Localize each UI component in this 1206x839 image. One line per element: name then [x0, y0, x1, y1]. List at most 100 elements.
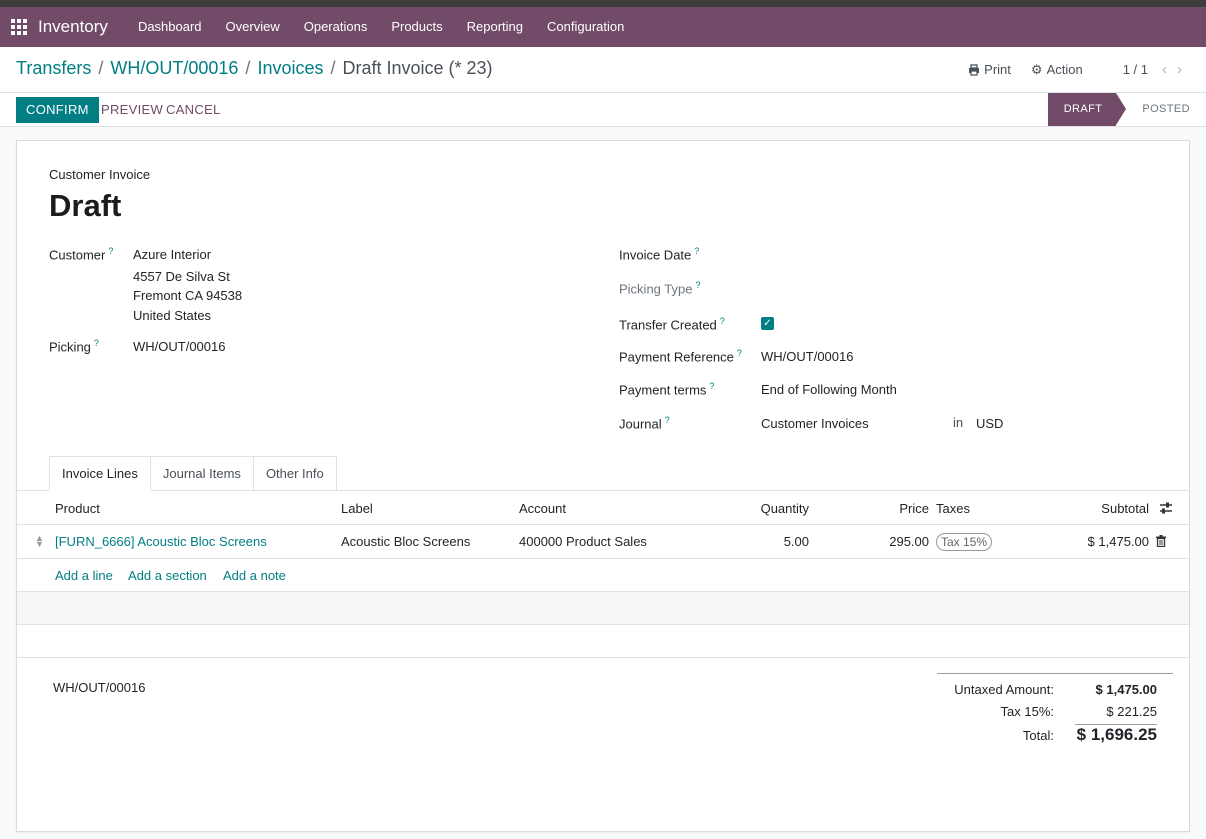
optional-columns-icon[interactable]	[1159, 502, 1173, 514]
help-icon[interactable]: ?	[737, 348, 742, 358]
breadcrumb: Transfers / WH/OUT/00016 / Invoices / Dr…	[16, 58, 493, 79]
action-button[interactable]: ⚙ Action	[1031, 62, 1083, 78]
empty-row	[17, 592, 1189, 625]
journal-field[interactable]: Customer Invoices	[761, 416, 869, 431]
pager-value[interactable]: 1 / 1	[1123, 62, 1148, 77]
row-product[interactable]: [FURN_6666] Acoustic Bloc Screens	[55, 534, 267, 549]
control-panel-actions: Print ⚙ Action 1 / 1 ‹ ›	[948, 61, 1182, 78]
column-header-label[interactable]: Label	[341, 501, 373, 516]
breadcrumb-separator: /	[98, 58, 104, 78]
customer-label: Customer?	[49, 246, 114, 263]
print-label: Print	[984, 62, 1011, 77]
add-line-row: Add a line Add a section Add a note	[17, 559, 1189, 592]
cancel-button[interactable]: CANCEL	[166, 97, 221, 123]
menu-overview[interactable]: Overview	[214, 7, 292, 47]
row-label[interactable]: Acoustic Bloc Screens	[341, 534, 470, 549]
preview-button[interactable]: PREVIEW	[101, 97, 163, 123]
apps-menu-icon[interactable]	[0, 7, 38, 47]
customer-name[interactable]: Azure Interior	[133, 247, 211, 262]
column-header-subtotal[interactable]: Subtotal	[1101, 501, 1149, 516]
row-subtotal: $ 1,475.00	[1087, 534, 1149, 549]
menu-configuration[interactable]: Configuration	[535, 7, 636, 47]
app-name[interactable]: Inventory	[38, 17, 108, 37]
payment-terms-field[interactable]: End of Following Month	[761, 382, 897, 397]
customer-address-line: Fremont CA 94538	[133, 288, 243, 303]
menu-reporting[interactable]: Reporting	[455, 7, 535, 47]
row-account[interactable]: 400000 Product Sales	[519, 534, 647, 549]
total-value: $ 1,696.25	[1076, 725, 1157, 744]
column-header-quantity[interactable]: Quantity	[761, 501, 809, 516]
table-footer-divider	[17, 657, 1189, 658]
drag-handle-icon[interactable]: ▲ ▼	[35, 534, 44, 549]
payment-reference-field[interactable]: WH/OUT/00016	[761, 349, 853, 364]
divider	[0, 92, 1206, 93]
help-icon[interactable]: ?	[709, 381, 714, 391]
breadcrumb-separator: /	[245, 58, 251, 78]
invoice-date-label: Invoice Date?	[619, 246, 700, 263]
payment-terms-label: Payment terms?	[619, 381, 715, 398]
table-header: Product Label Account Quantity Price Tax…	[17, 491, 1189, 525]
trash-icon[interactable]	[1156, 535, 1166, 547]
action-label: Action	[1046, 62, 1083, 77]
untaxed-amount-value: $ 1,475.00	[1095, 682, 1157, 697]
currency-field[interactable]: USD	[976, 416, 1003, 431]
breadcrumb-separator: /	[330, 58, 336, 78]
menu-dashboard[interactable]: Dashboard	[126, 7, 214, 47]
help-icon[interactable]: ?	[94, 338, 99, 348]
column-header-product[interactable]: Product	[55, 501, 100, 516]
tab-invoice-lines[interactable]: Invoice Lines	[49, 456, 151, 491]
tax-value: $ 221.25	[1106, 704, 1157, 719]
print-button[interactable]: Print	[968, 62, 1011, 77]
status-draft[interactable]: DRAFT	[1047, 93, 1126, 126]
customer-address-line: 4557 De Silva St	[133, 269, 230, 284]
help-icon[interactable]: ?	[695, 280, 700, 290]
transfer-created-label: Transfer Created?	[619, 316, 725, 333]
row-price[interactable]: 295.00	[889, 534, 929, 549]
invoice-type: Customer Invoice	[49, 167, 151, 182]
breadcrumb-current: Draft Invoice (* 23)	[342, 58, 493, 78]
transfer-created-checkbox[interactable]: ✓	[761, 317, 774, 330]
row-quantity[interactable]: 5.00	[784, 534, 809, 549]
picking-field[interactable]: WH/OUT/00016	[133, 339, 225, 354]
column-header-account[interactable]: Account	[519, 501, 566, 516]
invoice-date-field[interactable]	[761, 241, 1121, 265]
help-icon[interactable]: ?	[694, 246, 699, 256]
chevron-left-icon[interactable]: ‹	[1162, 61, 1167, 78]
table-row[interactable]: ▲ ▼ [FURN_6666] Acoustic Bloc Screens Aco…	[17, 525, 1189, 559]
journal-label: Journal?	[619, 415, 670, 432]
add-note-link[interactable]: Add a note	[223, 568, 286, 583]
help-icon[interactable]: ?	[665, 415, 670, 425]
help-icon[interactable]: ?	[720, 316, 725, 326]
add-section-link[interactable]: Add a section	[128, 568, 207, 583]
tax-badge[interactable]: Tax 15%	[936, 533, 993, 551]
customer-address-line: United States	[133, 308, 212, 323]
print-icon	[969, 63, 980, 76]
tab-other-info[interactable]: Other Info	[252, 456, 337, 491]
help-icon[interactable]: ?	[108, 246, 113, 256]
breadcrumb-picking[interactable]: WH/OUT/00016	[110, 58, 238, 79]
breadcrumb-transfers[interactable]: Transfers	[16, 58, 91, 79]
page-title: Draft	[49, 188, 122, 223]
tab-journal-items[interactable]: Journal Items	[149, 456, 254, 491]
menu-operations[interactable]: Operations	[292, 7, 380, 47]
add-line-link[interactable]: Add a line	[55, 568, 113, 583]
status-posted[interactable]: POSTED	[1116, 93, 1206, 126]
total-label: Total:	[1022, 728, 1054, 743]
totals-divider	[937, 673, 1173, 674]
column-header-taxes[interactable]: Taxes	[936, 501, 970, 516]
confirm-button[interactable]: CONFIRM	[16, 97, 99, 123]
empty-row	[17, 625, 1189, 658]
form-sheet: Customer Invoice Draft Customer? Azure I…	[16, 140, 1190, 832]
notebook-tabs: Invoice Lines Journal Items Other Info	[49, 456, 337, 491]
payment-reference-label: Payment Reference?	[619, 348, 742, 365]
status-bar: DRAFT POSTED	[1047, 93, 1206, 126]
picking-type-label: Picking Type?	[619, 280, 701, 297]
gear-icon: ⚙	[1030, 61, 1043, 77]
top-navbar: Inventory Dashboard Overview Operations …	[0, 7, 1206, 47]
menu-products[interactable]: Products	[379, 7, 454, 47]
chevron-right-icon[interactable]: ›	[1177, 61, 1182, 78]
narration-reference[interactable]: WH/OUT/00016	[53, 680, 145, 695]
tax-label: Tax 15%:	[1000, 704, 1054, 719]
column-header-price[interactable]: Price	[899, 501, 929, 516]
breadcrumb-invoices[interactable]: Invoices	[257, 58, 323, 79]
